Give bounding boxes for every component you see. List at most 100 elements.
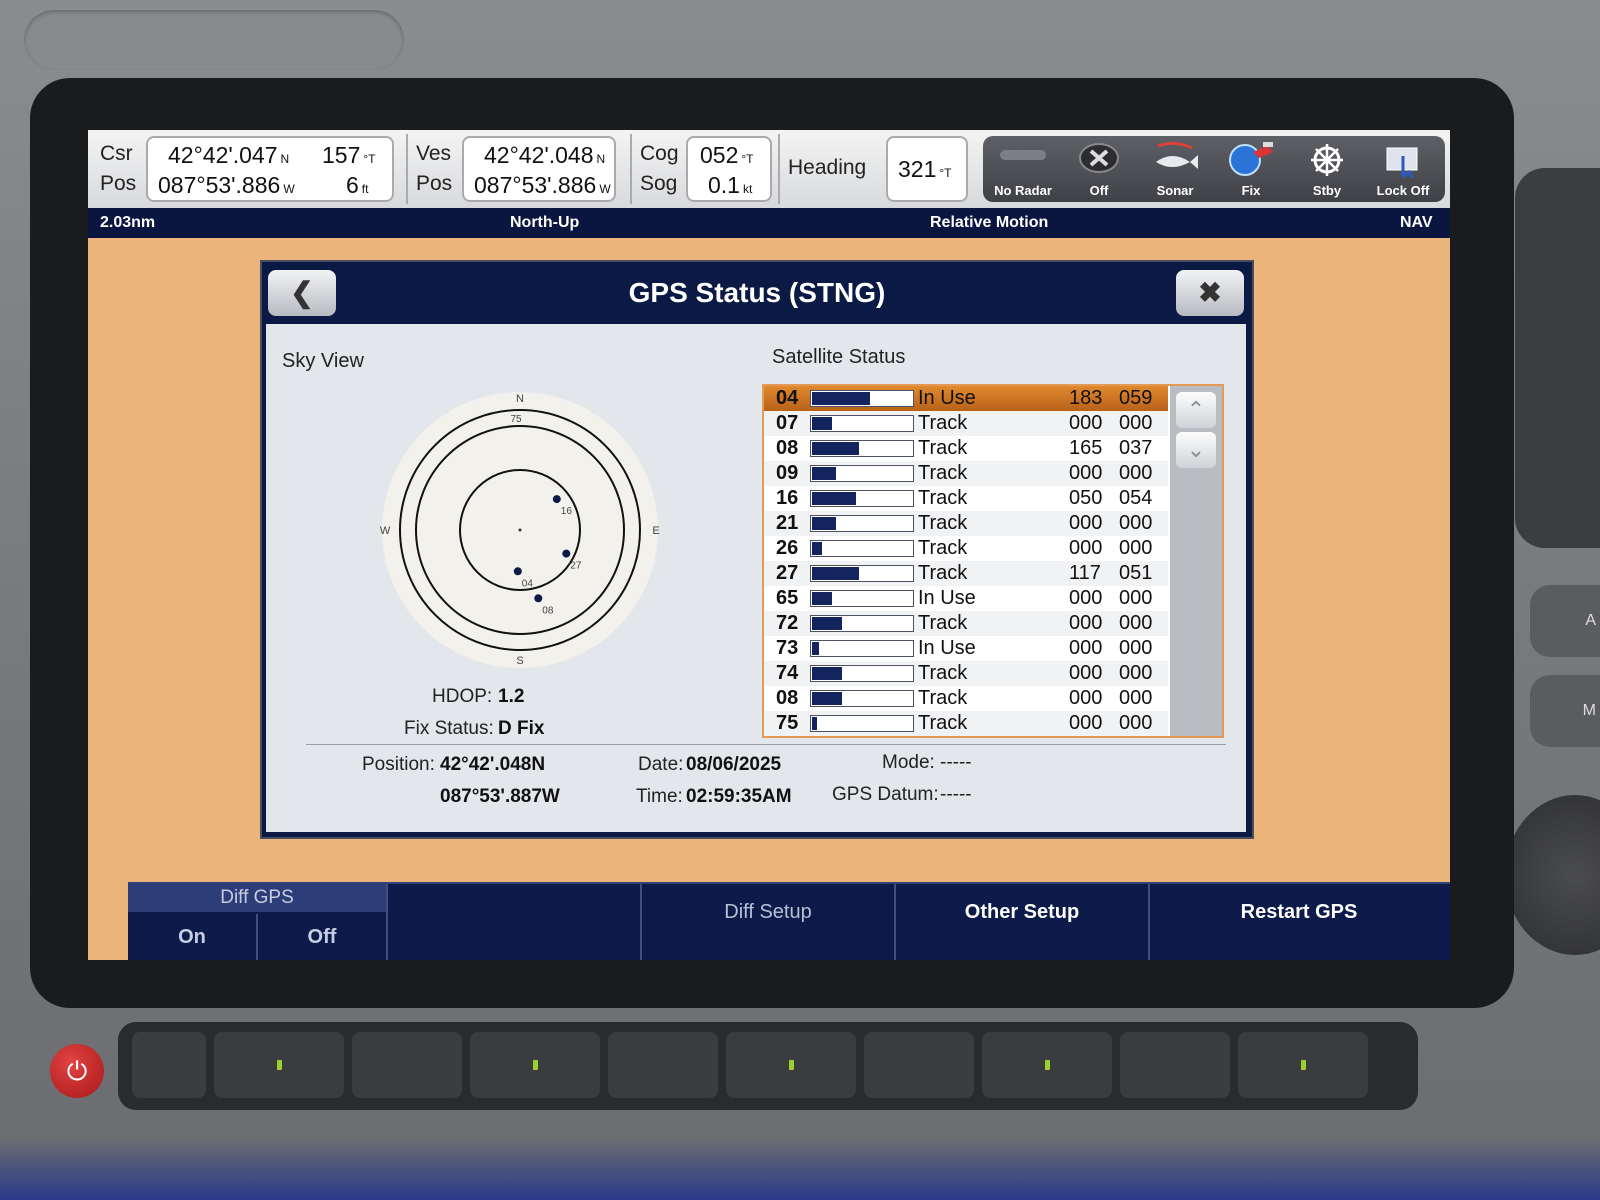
satellite-status: Track: [918, 687, 968, 709]
card-slot: [24, 10, 404, 70]
radar-status-button[interactable]: No Radar: [985, 136, 1061, 202]
hardware-key[interactable]: [132, 1032, 206, 1098]
touch-lock-label: Lock Off: [1376, 183, 1430, 198]
satellite-icon: [1223, 142, 1279, 181]
hardware-softkey-1[interactable]: [214, 1032, 344, 1098]
close-button[interactable]: ✖: [1176, 270, 1244, 316]
elevation-label: 75: [510, 414, 522, 425]
satellite-row[interactable]: 65 In Use 000 000: [764, 586, 1168, 611]
side-button-a[interactable]: A: [1530, 585, 1600, 657]
hardware-softkey-5[interactable]: [1238, 1032, 1368, 1098]
diff-gps-toggle: Diff GPS On Off: [128, 884, 388, 960]
satellite-row[interactable]: 21 Track 000 000: [764, 511, 1168, 536]
signal-strength-fill: [812, 467, 836, 480]
satellite-marker: [534, 594, 543, 603]
gps-datum-value: -----: [940, 784, 972, 805]
satellite-status: Track: [918, 462, 968, 484]
chart-orientation[interactable]: North-Up: [510, 214, 579, 232]
satellite-row[interactable]: 73 In Use 000 000: [764, 636, 1168, 661]
cog-sog-box: 052 °T 0.1 kt: [686, 136, 772, 202]
cog-label: Cog: [640, 142, 679, 165]
close-icon: ✖: [1198, 277, 1222, 308]
rotary-knob[interactable]: [1505, 795, 1600, 955]
hardware-key[interactable]: [1120, 1032, 1230, 1098]
ves-pos-label: Pos: [416, 172, 453, 195]
satellite-marker: [513, 567, 522, 576]
satellite-row[interactable]: 07 Track 000 000: [764, 411, 1168, 436]
hardware-softkey-4[interactable]: [982, 1032, 1112, 1098]
signal-strength-fill: [812, 442, 859, 455]
autopilot-standby-button[interactable]: Stby: [1289, 136, 1365, 202]
diff-gps-label: Diff GPS: [128, 884, 386, 912]
satellite-elevation: 051: [1119, 562, 1153, 584]
other-setup-button[interactable]: Other Setup: [896, 884, 1150, 960]
satellite-marker-label: 16: [561, 506, 573, 517]
hardware-key[interactable]: [352, 1032, 462, 1098]
satellite-marker-label: 27: [570, 561, 582, 572]
hardware-softkey-3[interactable]: [726, 1032, 856, 1098]
cog-sog-group: Cog Sog 052 °T 0.1 kt: [636, 134, 776, 204]
signal-strength-fill: [812, 717, 817, 730]
restart-gps-button[interactable]: Restart GPS: [1150, 884, 1448, 960]
power-button[interactable]: ⏻: [50, 1044, 104, 1098]
divider: [778, 134, 780, 204]
hardware-key[interactable]: [608, 1032, 718, 1098]
fix-status-value: D Fix: [498, 718, 545, 739]
diff-gps-off-option[interactable]: Off: [258, 914, 386, 960]
satellite-row[interactable]: 74 Track 000 000: [764, 661, 1168, 686]
sonar-button[interactable]: Sonar: [1137, 136, 1213, 202]
hardware-softkey-2[interactable]: [470, 1032, 600, 1098]
autopilot-label: Stby: [1312, 183, 1342, 198]
motion-mode[interactable]: Relative Motion: [930, 214, 1048, 232]
gps-status-dialog: GPS Status (STNG) ❮ ✖ Sky View Satellite…: [260, 260, 1254, 839]
satellite-status-table: 04 In Use 183 059 07 Track 000 000 08 Track 165 037…: [762, 384, 1224, 738]
satellite-row[interactable]: 72 Track 000 000: [764, 611, 1168, 636]
touch-lock-icon: [1381, 142, 1425, 183]
satellite-azimuth: 050: [1069, 487, 1103, 509]
time-label: Time:: [636, 786, 683, 807]
satellite-list[interactable]: 04 In Use 183 059 07 Track 000 000 08 Track 165 037…: [764, 386, 1168, 736]
satellite-row[interactable]: 26 Track 000 000: [764, 536, 1168, 561]
ais-off-button[interactable]: Off: [1061, 136, 1137, 202]
diff-setup-button[interactable]: Diff Setup: [642, 884, 896, 960]
scrollbar[interactable]: ⌃ ⌄: [1170, 386, 1222, 736]
satellite-id: 27: [776, 562, 799, 584]
diff-gps-on-option[interactable]: On: [128, 914, 258, 960]
satellite-row[interactable]: 75 Track 000 000: [764, 711, 1168, 736]
hardware-key[interactable]: [864, 1032, 974, 1098]
satellite-row[interactable]: 09 Track 000 000: [764, 461, 1168, 486]
chevron-down-icon: ⌄: [1186, 437, 1206, 462]
satellite-azimuth: 000: [1069, 712, 1103, 734]
satellite-row[interactable]: 08 Track 000 000: [764, 686, 1168, 711]
pos-label: Pos: [100, 172, 137, 195]
signal-strength-fill: [812, 617, 842, 630]
led-indicator: [1045, 1060, 1050, 1070]
signal-strength-bar: [810, 540, 914, 557]
signal-strength-bar: [810, 640, 914, 657]
heading-label: Heading: [788, 156, 867, 179]
touch-lock-button[interactable]: Lock Off: [1365, 136, 1441, 202]
compass-east: E: [652, 525, 659, 537]
satellite-elevation: 000: [1119, 662, 1153, 684]
satellite-row[interactable]: 08 Track 165 037: [764, 436, 1168, 461]
sonar-label: Sonar: [1156, 183, 1194, 198]
signal-strength-fill: [812, 392, 870, 405]
satellite-row[interactable]: 27 Track 117 051: [764, 561, 1168, 586]
satellite-row[interactable]: 16 Track 050 054: [764, 486, 1168, 511]
back-button[interactable]: ❮: [268, 270, 336, 316]
csr-label: Csr: [100, 142, 133, 165]
scroll-up-button[interactable]: ⌃: [1176, 392, 1216, 428]
gps-datum-label: GPS Datum:: [832, 784, 939, 805]
compass-north: N: [516, 393, 524, 405]
signal-strength-fill: [812, 692, 842, 705]
satellite-azimuth: 165: [1069, 437, 1103, 459]
satellite-marker-label: 08: [542, 605, 554, 616]
scroll-down-button[interactable]: ⌄: [1176, 432, 1216, 468]
gps-fix-button[interactable]: Fix: [1213, 136, 1289, 202]
side-button-m[interactable]: M: [1530, 675, 1600, 747]
signal-strength-fill: [812, 567, 859, 580]
satellite-elevation: 000: [1119, 512, 1153, 534]
satellite-row[interactable]: 04 In Use 183 059: [764, 386, 1168, 411]
satellite-status: In Use: [918, 637, 976, 659]
signal-strength-bar: [810, 615, 914, 632]
